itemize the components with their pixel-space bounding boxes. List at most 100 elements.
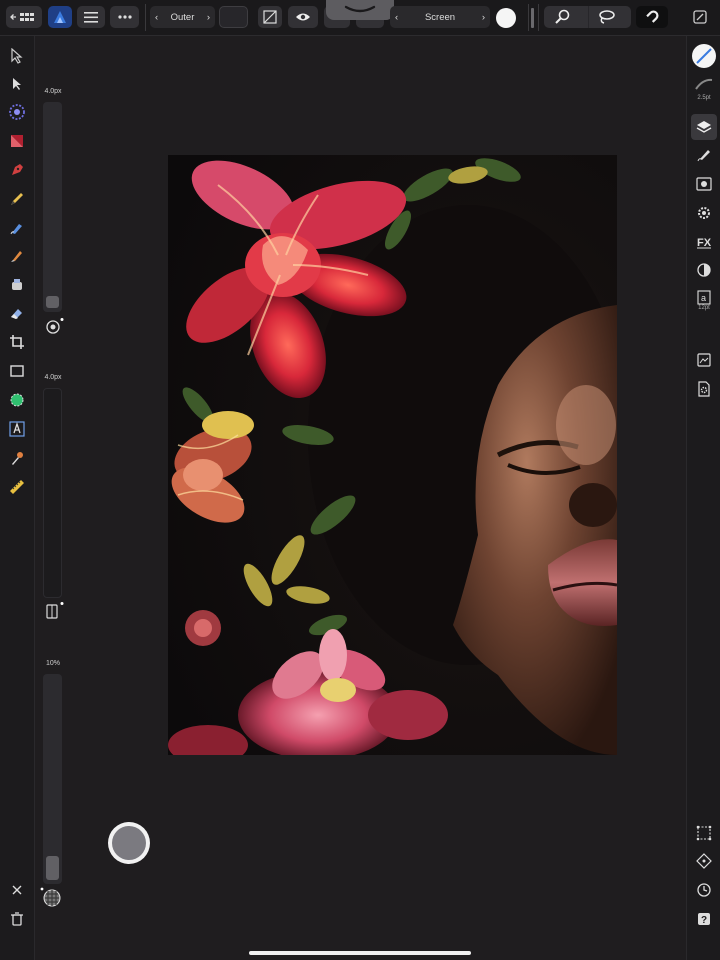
quick-menu-inner[interactable] (112, 826, 146, 860)
arrow-cursor-icon (11, 48, 23, 64)
home-indicator[interactable] (249, 951, 471, 955)
window-icon (693, 10, 707, 24)
mirror-icon (46, 602, 64, 619)
text-size-label: 12pt (698, 305, 710, 311)
context-toolbar-handle[interactable] (326, 0, 394, 20)
width-slider[interactable] (43, 102, 62, 312)
node-tool[interactable] (7, 74, 27, 94)
crop-tool[interactable] (7, 332, 27, 352)
pencil-tool[interactable] (7, 189, 27, 209)
rectangle-icon (10, 365, 24, 377)
opacity-slider-label: 10% (45, 660, 60, 667)
paint-brush-icon (11, 251, 22, 262)
chevron-right-icon[interactable]: › (207, 12, 210, 23)
no-fill-icon (263, 10, 277, 24)
gradient-tool[interactable] (7, 131, 27, 151)
zoom-tool-button[interactable] (554, 9, 572, 28)
layers-button[interactable] (691, 114, 717, 140)
eraser-icon (11, 309, 22, 319)
back-to-grid-button[interactable] (6, 6, 42, 28)
adjustments-button[interactable] (694, 174, 714, 194)
vector-brush-tool[interactable] (7, 218, 27, 238)
transform-grid-icon (696, 825, 712, 841)
ellipsis-icon (117, 15, 132, 19)
selection-brush-tool[interactable] (7, 102, 27, 122)
canvas-artwork[interactable] (168, 155, 617, 755)
toolbar-divider-handle (531, 8, 534, 28)
delete-button[interactable] (7, 909, 27, 929)
pen-nib-icon (12, 164, 23, 175)
pixel-brush-icon (12, 279, 22, 290)
no-color-icon (696, 48, 712, 64)
width-slider-thumb[interactable] (46, 296, 59, 308)
text-tool[interactable] (7, 419, 27, 439)
clock-icon (697, 883, 711, 897)
app-persona-button[interactable] (48, 6, 72, 28)
second-slider[interactable] (43, 388, 62, 598)
blend-color-swatch[interactable] (496, 8, 516, 28)
chevron-right-icon[interactable]: › (482, 12, 485, 23)
rectangle-tool[interactable] (7, 361, 27, 381)
more-options-button[interactable] (110, 6, 139, 28)
fx-icon: FX (697, 237, 712, 249)
width-slider-label: 4.0px (44, 88, 62, 95)
hamburger-menu-icon (84, 11, 98, 23)
color-picker-tool[interactable] (7, 448, 27, 468)
node-arrow-icon (13, 78, 21, 90)
close-tool-button[interactable] (7, 880, 27, 900)
fx-live-filters-button[interactable] (694, 203, 714, 223)
panel-toggle-button[interactable] (693, 10, 707, 29)
mirror-toggle-button[interactable] (44, 602, 64, 625)
pen-tool[interactable] (7, 160, 27, 180)
chevron-left-icon[interactable]: ‹ (155, 12, 158, 23)
svg-text:?: ? (701, 915, 707, 926)
blend-mode-selector[interactable]: ‹ Screen › (390, 6, 490, 28)
effect-color-swatch[interactable] (219, 6, 248, 28)
stroke-button[interactable] (694, 74, 714, 94)
selection-brush-icon (9, 104, 25, 120)
pressure-toggle-button[interactable] (44, 318, 64, 341)
checker-texture-icon (40, 887, 61, 907)
color-wheel-icon (697, 263, 711, 277)
document-settings-button[interactable] (694, 379, 714, 399)
menu-button[interactable] (77, 6, 105, 28)
effect-type-label: Outer (170, 11, 195, 23)
chevron-left-icon[interactable]: ‹ (395, 12, 398, 23)
blend-mode-label: Screen (424, 11, 456, 23)
tools-panel (0, 36, 35, 960)
brushes-button[interactable] (694, 145, 714, 165)
stock-button[interactable] (694, 350, 714, 370)
layers-icon (696, 121, 712, 133)
affinity-logo-icon (54, 11, 66, 23)
flood-select-tool[interactable] (7, 390, 27, 410)
paint-brush-tool[interactable] (7, 246, 27, 266)
chevron-down-icon (344, 5, 376, 13)
color-swatch-button[interactable] (692, 44, 716, 68)
eraser-tool[interactable] (7, 303, 27, 323)
magnifier-icon (555, 9, 570, 24)
opacity-slider[interactable] (43, 674, 62, 884)
measure-tool[interactable] (7, 477, 27, 497)
pencil-icon (11, 193, 23, 205)
pixel-tool[interactable] (7, 275, 27, 295)
color-panel-button[interactable] (694, 260, 714, 280)
texture-toggle-button[interactable] (40, 886, 64, 913)
visibility-toggle-button[interactable] (288, 6, 318, 28)
text-frame-icon (9, 421, 25, 437)
lasso-tool-button[interactable] (597, 9, 617, 28)
transform-button[interactable] (694, 823, 714, 843)
top-toolbar: ‹ Outer › ‹ Screen › (0, 0, 720, 36)
image-stack-icon (697, 353, 711, 367)
snapping-button[interactable] (636, 6, 668, 28)
help-button[interactable]: ? (694, 909, 714, 929)
history-button[interactable] (694, 880, 714, 900)
opacity-slider-thumb[interactable] (46, 856, 59, 880)
move-tool[interactable] (7, 46, 27, 66)
document-gear-icon (698, 381, 710, 397)
navigator-button[interactable] (694, 851, 714, 871)
layer-fx-button[interactable]: FX (694, 232, 714, 252)
studio-panel: 2.5pt FX a 12pt ? (686, 36, 720, 960)
effect-type-selector[interactable]: ‹ Outer › (150, 6, 215, 28)
stroke-width-label: 2.5pt (697, 95, 711, 101)
no-fill-button[interactable] (258, 6, 282, 28)
